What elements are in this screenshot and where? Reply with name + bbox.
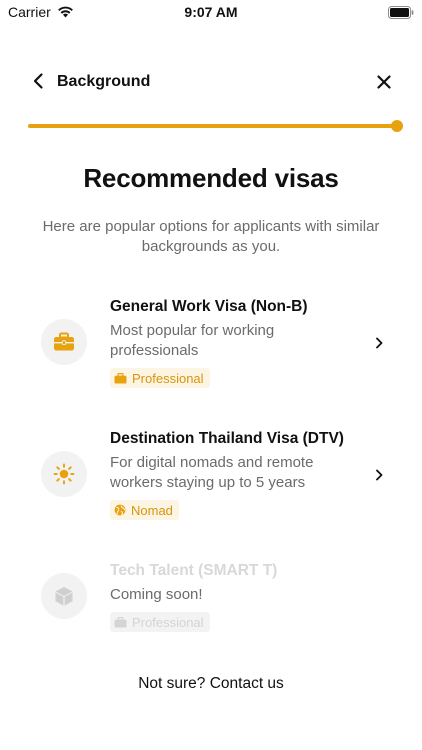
visa-tag-label: Professional <box>132 370 204 386</box>
cube-icon <box>55 587 73 606</box>
visa-card-smart-t: Tech Talent (SMART T) Coming soon! Profe… <box>0 552 422 662</box>
briefcase-icon <box>54 332 74 351</box>
progress-fill <box>28 124 398 128</box>
visa-icon-circle <box>41 573 87 619</box>
footer: Not sure? Contact us <box>0 675 422 693</box>
status-time: 9:07 AM <box>184 4 238 20</box>
page-subtitle: Here are popular options for applicants … <box>42 218 380 255</box>
page-title: Recommended visas <box>83 163 339 193</box>
visa-card-dtv[interactable]: Destination Thailand Visa (DTV) For digi… <box>0 420 422 530</box>
chevron-right-icon <box>376 469 383 481</box>
visa-title: Tech Talent (SMART T) <box>110 562 278 579</box>
status-bar: Carrier 9:07 AM <box>0 0 422 24</box>
visa-tag-label: Professional <box>132 614 204 630</box>
sun-icon <box>53 463 75 485</box>
visa-title: General Work Visa (Non-B) <box>110 298 308 315</box>
visa-tag: Professional <box>110 368 210 388</box>
contact-us-link[interactable]: Contact us <box>210 675 284 692</box>
briefcase-icon <box>114 372 127 383</box>
visa-tag: Nomad <box>110 500 179 520</box>
footer-prompt: Not sure? <box>138 675 206 692</box>
battery-icon <box>388 6 414 19</box>
back-button[interactable] <box>28 70 50 92</box>
briefcase-icon <box>114 616 127 627</box>
visa-description: Coming soon! <box>110 586 203 603</box>
visa-description: Most popular for working professionals <box>110 322 275 359</box>
visa-icon-circle <box>41 319 87 365</box>
chevron-right-icon <box>376 337 383 349</box>
visa-description: For digital nomads and remote workers st… <box>110 454 314 491</box>
visa-card-general-work[interactable]: General Work Visa (Non-B) Most popular f… <box>0 288 422 398</box>
visa-title: Destination Thailand Visa (DTV) <box>110 430 344 447</box>
visa-tag: Professional <box>110 612 210 632</box>
progress-knob <box>391 120 403 132</box>
visa-icon-circle <box>41 451 87 497</box>
progress-bar <box>28 124 398 128</box>
visa-tag-label: Nomad <box>131 502 173 518</box>
screen: Carrier 9:07 AM Background Recommended v… <box>0 0 422 750</box>
close-button[interactable] <box>373 71 395 93</box>
header-title: Background <box>57 73 151 90</box>
globe-icon <box>114 504 126 516</box>
